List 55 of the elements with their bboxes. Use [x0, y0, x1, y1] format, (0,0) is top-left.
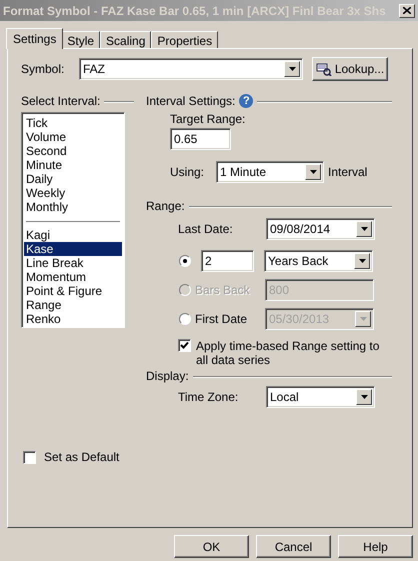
select-value: 1 Minute: [220, 165, 266, 179]
select-value: Years Back: [268, 254, 328, 268]
list-item[interactable]: Point & Figure: [24, 284, 122, 298]
field-label: Interval: [328, 165, 368, 179]
tab[interactable]: Scaling: [100, 31, 152, 49]
list-item[interactable]: Renko: [24, 312, 122, 326]
radio-button[interactable]: [179, 313, 191, 325]
select-value: Local: [270, 390, 299, 404]
list-item[interactable]: Monthly: [24, 200, 122, 214]
list-item[interactable]: Range: [24, 298, 122, 312]
option-label: First Date: [195, 312, 248, 326]
tab[interactable]: Settings: [6, 28, 64, 49]
help-icon[interactable]: ?: [239, 94, 254, 108]
tab[interactable]: Style: [61, 31, 100, 49]
interval-list[interactable]: Tick Volume Second Minute Daily Weekly Monthly Kagi Kase Line Break Momentum Point & Figure Range Renko: [21, 112, 125, 328]
list-item[interactable]: Daily: [24, 172, 122, 186]
range-unit-dropdown[interactable]: Years Back: [264, 250, 373, 272]
checkbox-label: Set as Default: [44, 450, 120, 464]
checkbox-label: Apply time-based Range setting to all data series: [196, 339, 380, 367]
list-item[interactable]: Weekly: [24, 186, 122, 200]
list-item[interactable]: Line Break: [24, 256, 122, 270]
list-item[interactable]: Kase: [24, 242, 122, 256]
lookup-icon: [316, 62, 332, 76]
group-heading: Display:: [146, 369, 189, 383]
checkbox[interactable]: [23, 450, 36, 464]
dialog-button[interactable]: Help: [338, 535, 413, 558]
close-icon[interactable]: [399, 4, 415, 18]
symbol-dropdown[interactable]: FAZ: [79, 58, 303, 80]
list-item[interactable]: Volume: [24, 130, 122, 144]
group-heading: Interval Settings:: [146, 94, 236, 108]
list-item[interactable]: Tick: [24, 116, 122, 130]
group-heading: Select Interval:: [21, 94, 100, 108]
select-value: 09/08/2014: [270, 222, 330, 236]
tab[interactable]: Properties: [151, 31, 218, 49]
list-item[interactable]: Minute: [24, 158, 122, 172]
last-date-dropdown[interactable]: 09/08/2014: [266, 218, 375, 240]
field-label: Symbol:: [20, 62, 66, 76]
lookup-button[interactable]: Lookup...: [312, 57, 388, 81]
field-label: Last Date:: [178, 222, 234, 236]
group-heading: Range:: [146, 199, 185, 213]
list-item[interactable]: Kagi: [24, 228, 122, 242]
dialog-button[interactable]: Cancel: [256, 535, 331, 558]
years-field[interactable]: 2: [201, 250, 254, 272]
list-item[interactable]: Momentum: [24, 270, 122, 284]
radio-button[interactable]: [179, 255, 191, 267]
field-label: Time Zone:: [178, 390, 240, 404]
dialog-button[interactable]: OK: [174, 535, 249, 558]
select-value: FAZ: [83, 62, 106, 76]
time-zone-dropdown[interactable]: Local: [266, 386, 375, 408]
interval-dropdown[interactable]: 1 Minute: [216, 161, 324, 183]
target-range-field[interactable]: 0.65: [170, 128, 231, 150]
checkbox[interactable]: [178, 339, 191, 352]
list-item[interactable]: Second: [24, 144, 122, 158]
field-label: Target Range:: [170, 112, 246, 126]
field-label: Using:: [170, 165, 206, 179]
